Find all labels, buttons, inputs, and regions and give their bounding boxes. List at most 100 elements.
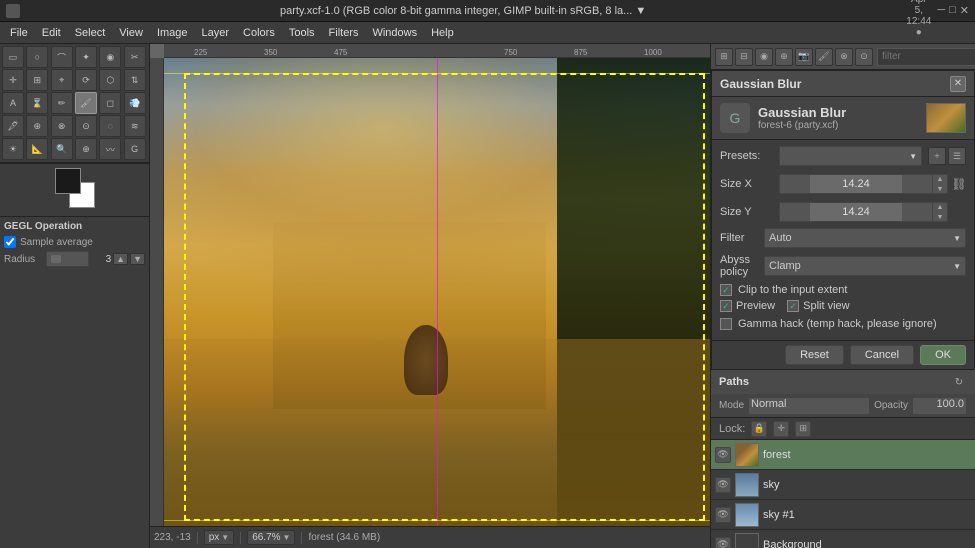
mode-select[interactable]: Normal: [748, 397, 870, 415]
layer-item-background[interactable]: 👁 Background: [711, 530, 975, 548]
layer-eye-sky1[interactable]: 👁: [715, 507, 731, 523]
size-y-input-inner[interactable]: 14.24: [780, 202, 932, 222]
tool-paintbrush[interactable]: 🖌: [75, 92, 97, 114]
tool-zoom[interactable]: ⊕: [75, 138, 97, 160]
filter-input[interactable]: [877, 48, 975, 66]
tool-scissors-select[interactable]: ✂: [124, 46, 146, 68]
tool-perspective-clone[interactable]: ⊙: [75, 115, 97, 137]
tool-ellipse-select[interactable]: ○: [26, 46, 48, 68]
filter-icon-1[interactable]: ⊞: [715, 48, 733, 66]
presets-add-button[interactable]: +: [928, 147, 946, 165]
filter-icon-8[interactable]: ⊙: [855, 48, 873, 66]
presets-dropdown[interactable]: ▼: [779, 146, 922, 166]
chain-link[interactable]: ⛓: [952, 172, 966, 196]
tool-airbrush[interactable]: 💨: [124, 92, 146, 114]
tool-move[interactable]: ✛: [2, 69, 24, 91]
menu-image[interactable]: Image: [151, 25, 194, 41]
cancel-button[interactable]: Cancel: [850, 345, 914, 365]
tool-warp[interactable]: 〰: [99, 138, 121, 160]
tool-rectangle-select[interactable]: ▭: [2, 46, 24, 68]
size-x-input-inner[interactable]: 14.24: [780, 174, 932, 194]
image-canvas[interactable]: [164, 58, 710, 526]
filter-icon-3[interactable]: ◉: [755, 48, 773, 66]
tool-text[interactable]: A: [2, 92, 24, 114]
tool-pencil[interactable]: ✏: [51, 92, 73, 114]
menu-tools[interactable]: Tools: [283, 25, 321, 41]
tool-clone[interactable]: ⊕: [26, 115, 48, 137]
size-x-increment[interactable]: ▲: [933, 174, 947, 184]
layer-item-sky1[interactable]: 👁 sky #1: [711, 500, 975, 530]
menu-colors[interactable]: Colors: [237, 25, 281, 41]
menu-help[interactable]: Help: [425, 25, 460, 41]
layer-eye-sky[interactable]: 👁: [715, 477, 731, 493]
tool-fuzzy-select[interactable]: ✦: [75, 46, 97, 68]
abyss-select[interactable]: Clamp ▼: [764, 256, 966, 276]
tool-transform[interactable]: ⟳: [75, 69, 97, 91]
tool-crop[interactable]: ⌖: [51, 69, 73, 91]
paths-refresh-button[interactable]: ↻: [951, 374, 967, 390]
tool-color-picker[interactable]: 🔍: [51, 138, 73, 160]
lock-position-button[interactable]: ✛: [773, 421, 789, 437]
gamma-checkbox[interactable]: [720, 318, 732, 330]
filter-icon-7[interactable]: ⊗: [835, 48, 853, 66]
opacity-input[interactable]: 100.0: [912, 397, 967, 415]
zoom-dropdown[interactable]: 66.7% ▼: [247, 530, 295, 545]
tool-gegl[interactable]: G: [124, 138, 146, 160]
tool-align[interactable]: ⊞: [26, 69, 48, 91]
menu-filters[interactable]: Filters: [323, 25, 365, 41]
layer-item-forest[interactable]: 👁 forest: [711, 440, 975, 470]
reset-button[interactable]: Reset: [785, 345, 844, 365]
close-button[interactable]: ✕: [960, 4, 969, 17]
minimize-button[interactable]: ─: [937, 4, 945, 17]
menu-edit[interactable]: Edit: [36, 25, 67, 41]
tool-free-select[interactable]: ⌒: [51, 46, 73, 68]
clip-checkbox[interactable]: [720, 284, 732, 296]
layer-item-sky[interactable]: 👁 sky: [711, 470, 975, 500]
radius-decrement[interactable]: ▼: [130, 253, 145, 265]
tool-perspective[interactable]: ⬡: [99, 69, 121, 91]
gaussian-logo: G: [720, 103, 750, 133]
radius-increment[interactable]: ▲: [113, 253, 128, 265]
filter-icon-2[interactable]: ⊟: [735, 48, 753, 66]
tool-flip[interactable]: ⇅: [124, 69, 146, 91]
filter-icon-6[interactable]: 🖌: [815, 48, 833, 66]
layer-eye-background[interactable]: 👁: [715, 537, 731, 548]
maximize-button[interactable]: □: [949, 4, 956, 17]
split-checkbox[interactable]: [787, 300, 799, 312]
presets-arrow: ▼: [909, 152, 917, 161]
menu-layer[interactable]: Layer: [196, 25, 236, 41]
tool-smudge[interactable]: ≋: [124, 115, 146, 137]
size-y-increment[interactable]: ▲: [933, 202, 947, 212]
size-x-decrement[interactable]: ▼: [933, 184, 947, 194]
size-y-decrement[interactable]: ▼: [933, 212, 947, 222]
tool-dodge-burn[interactable]: ☀: [2, 138, 24, 160]
tool-blur[interactable]: ◌: [99, 115, 121, 137]
tool-path[interactable]: ⌛: [26, 92, 48, 114]
layer-name-sky: sky: [763, 479, 971, 491]
tool-eraser[interactable]: ◻: [99, 92, 121, 114]
presets-menu-button[interactable]: ☰: [948, 147, 966, 165]
lock-pixels-button[interactable]: 🔒: [751, 421, 767, 437]
tool-ink[interactable]: 🖋: [2, 115, 24, 137]
unit-dropdown[interactable]: px ▼: [204, 530, 234, 545]
sample-average-checkbox[interactable]: [4, 236, 16, 248]
filter-icon-5[interactable]: 📷: [795, 48, 813, 66]
gaussian-close-button[interactable]: ✕: [950, 76, 966, 92]
filter-icon-4[interactable]: ⊕: [775, 48, 793, 66]
foreground-background-colors[interactable]: [55, 168, 95, 208]
filter-select[interactable]: Auto ▼: [764, 228, 966, 248]
tool-measure[interactable]: 📐: [26, 138, 48, 160]
layer-eye-forest[interactable]: 👁: [715, 447, 731, 463]
menu-view[interactable]: View: [113, 25, 149, 41]
tool-select-by-color[interactable]: ◉: [99, 46, 121, 68]
tool-heal[interactable]: ⊗: [51, 115, 73, 137]
menu-file[interactable]: File: [4, 25, 34, 41]
lock-alpha-button[interactable]: ⊞: [795, 421, 811, 437]
menu-select[interactable]: Select: [69, 25, 112, 41]
canvas-area[interactable]: 225 350 475 750 875 1000: [150, 44, 710, 548]
foreground-color-swatch[interactable]: [55, 168, 81, 194]
preview-checkbox[interactable]: [720, 300, 732, 312]
radius-slider[interactable]: [46, 251, 89, 267]
ok-button[interactable]: OK: [920, 345, 966, 365]
menu-windows[interactable]: Windows: [366, 25, 423, 41]
